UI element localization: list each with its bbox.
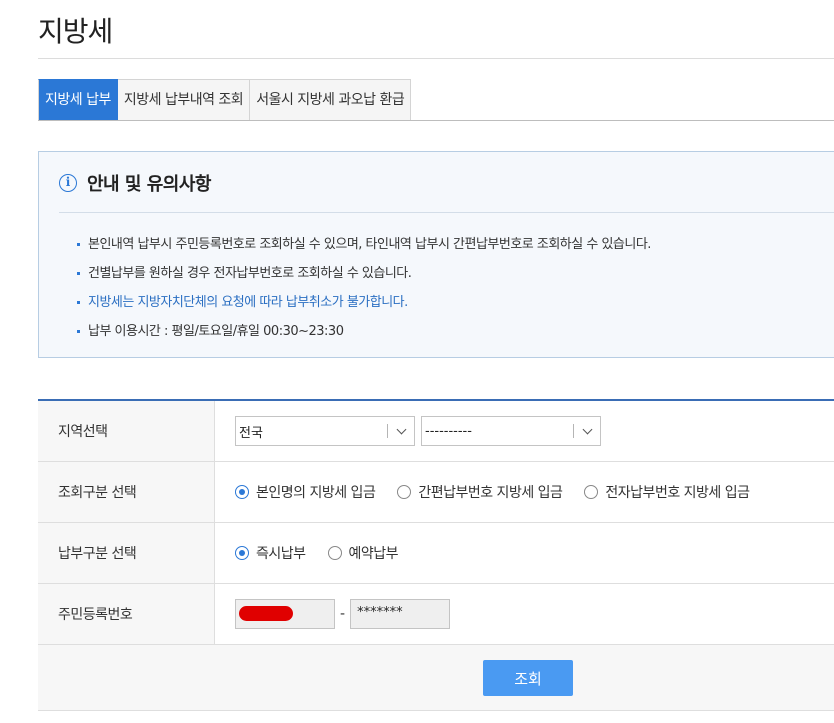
notice-box: i 안내 및 유의사항 본인내역 납부시 주민등록번호로 조회하실 수 있으며,… — [38, 151, 834, 358]
search-button[interactable]: 조회 — [483, 660, 573, 696]
inquiry-type-content: 본인명의 지방세 입금 간편납부번호 지방세 입금 전자납부번호 지방세 입금 — [215, 462, 834, 522]
radio-unchecked-icon — [397, 485, 412, 499]
ssn-front-field[interactable] — [235, 599, 335, 629]
tab-overpayment-refund[interactable]: 서울시 지방세 과오납 환급 — [250, 79, 412, 121]
ssn-separator: - — [340, 606, 346, 622]
region-select-primary[interactable]: 전국 — [235, 416, 415, 446]
radio-simple-payment-number[interactable]: 간편납부번호 지방세 입금 — [397, 482, 563, 502]
region-label: 지역선택 — [38, 401, 215, 461]
inquiry-type-label: 조회구분 선택 — [38, 462, 215, 522]
radio-checked-icon — [235, 546, 249, 560]
notice-item-highlight: 지방세는 지방자치단체의 요청에 따라 납부취소가 불가합니다. — [77, 288, 651, 317]
radio-electronic-payment-number[interactable]: 전자납부번호 지방세 입금 — [584, 482, 750, 502]
radio-scheduled-payment[interactable]: 예약납부 — [327, 543, 399, 563]
notice-item-text: 납부 이용시간 : 평일/토요일/휴일 00:30~23:30 — [88, 324, 344, 339]
region-select-secondary-value: ---------- — [425, 423, 472, 439]
info-icon: i — [59, 174, 77, 192]
tab-payment-history[interactable]: 지방세 납부내역 조회 — [117, 79, 251, 121]
radio-unchecked-icon — [584, 485, 599, 499]
ssn-content: - ******* — [215, 584, 834, 644]
notice-list: 본인내역 납부시 주민등록번호로 조회하실 수 있으며, 타인내역 납부시 간편… — [77, 230, 651, 346]
payment-type-label: 납부구분 선택 — [38, 523, 215, 583]
radio-immediate-payment[interactable]: 즉시납부 — [235, 543, 306, 563]
region-row: 지역선택 전국 ---------- — [38, 401, 834, 462]
tab-bar: 지방세 납부 지방세 납부내역 조회 서울시 지방세 과오납 환급 — [38, 79, 412, 121]
ssn-back-field[interactable]: ******* — [350, 599, 451, 629]
radio-label: 즉시납부 — [256, 546, 306, 562]
page-title: 지방세 — [38, 15, 113, 48]
notice-item: 납부 이용시간 : 평일/토요일/휴일 00:30~23:30 — [77, 317, 651, 346]
radio-label: 전자납부번호 지방세 입금 — [605, 485, 750, 501]
bullet-icon — [77, 301, 80, 304]
notice-header: i 안내 및 유의사항 — [59, 170, 211, 196]
notice-item-text: 건별납부를 원하실 경우 전자납부번호로 조회하실 수 있습니다. — [88, 266, 412, 281]
region-select-secondary[interactable]: ---------- — [421, 416, 601, 446]
radio-checked-icon — [235, 485, 249, 499]
redaction-mark — [239, 606, 293, 621]
inquiry-type-row: 조회구분 선택 본인명의 지방세 입금 간편납부번호 지방세 입금 전자납부번호… — [38, 462, 834, 523]
bullet-icon — [77, 272, 80, 275]
bullet-icon — [77, 243, 80, 246]
notice-item: 본인내역 납부시 주민등록번호로 조회하실 수 있으며, 타인내역 납부시 간편… — [77, 230, 651, 259]
notice-item-text: 지방세는 지방자치단체의 요청에 따라 납부취소가 불가합니다. — [88, 295, 408, 310]
payment-type-row: 납부구분 선택 즉시납부 예약납부 — [38, 523, 834, 584]
tab-divider — [38, 120, 834, 121]
radio-label: 예약납부 — [348, 546, 399, 562]
tab-local-tax-payment[interactable]: 지방세 납부 — [38, 79, 118, 121]
radio-own-name-payment[interactable]: 본인명의 지방세 입금 — [235, 482, 376, 502]
title-divider — [38, 58, 834, 59]
action-bar: 조회 — [38, 645, 834, 711]
notice-item: 건별납부를 원하실 경우 전자납부번호로 조회하실 수 있습니다. — [77, 259, 651, 288]
notice-title: 안내 및 유의사항 — [87, 174, 211, 195]
ssn-label: 주민등록번호 — [38, 584, 215, 644]
payment-form: 지역선택 전국 ---------- 조회구분 선택 본인명의 지방세 입금 간… — [38, 399, 834, 645]
region-content: 전국 ---------- — [215, 401, 834, 461]
radio-unchecked-icon — [327, 546, 342, 560]
radio-label: 본인명의 지방세 입금 — [256, 485, 376, 501]
chevron-down-icon — [388, 424, 414, 434]
ssn-row: 주민등록번호 - ******* — [38, 584, 834, 645]
bullet-icon — [77, 330, 80, 333]
notice-item-text: 본인내역 납부시 주민등록번호로 조회하실 수 있으며, 타인내역 납부시 간편… — [88, 237, 651, 252]
notice-divider — [59, 212, 834, 213]
region-select-primary-value: 전국 — [239, 425, 263, 441]
payment-type-content: 즉시납부 예약납부 — [215, 523, 834, 583]
radio-label: 간편납부번호 지방세 입금 — [418, 485, 563, 501]
chevron-down-icon — [574, 424, 600, 434]
